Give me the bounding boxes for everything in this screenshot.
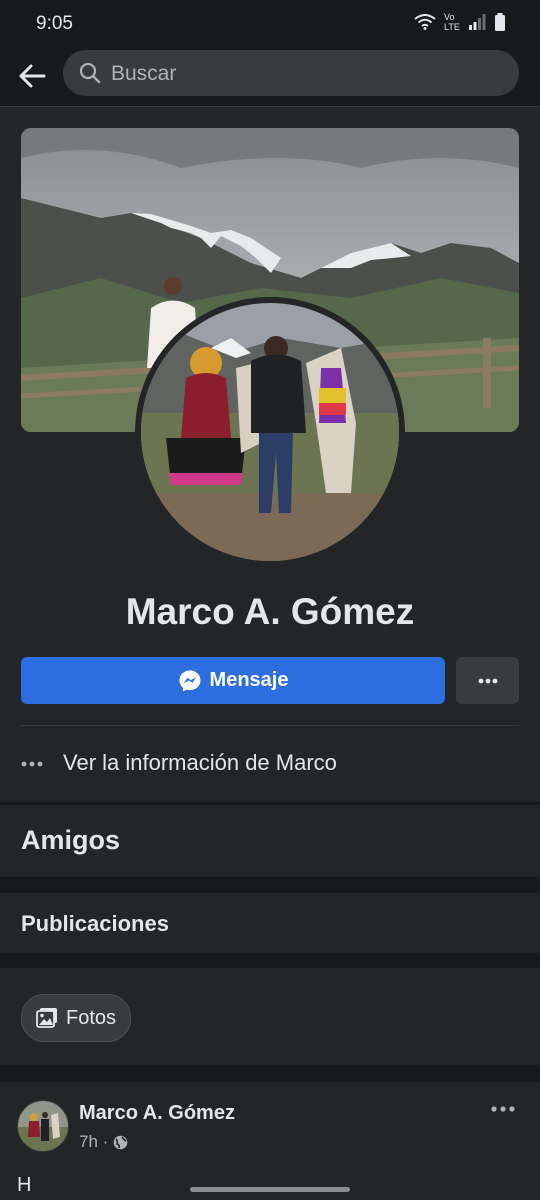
photos-button[interactable]: Fotos bbox=[21, 994, 132, 1042]
back-arrow-icon bbox=[19, 64, 46, 88]
profile-picture[interactable] bbox=[141, 303, 399, 561]
friends-title: Amigos bbox=[21, 825, 121, 855]
profile-picture-image bbox=[141, 303, 399, 561]
profile-picture-frame bbox=[135, 297, 405, 567]
battery-icon bbox=[495, 13, 505, 31]
message-button-label: Mensaje bbox=[209, 669, 289, 691]
post-meta: 7h · bbox=[79, 1132, 128, 1152]
post-more-button[interactable] bbox=[490, 1100, 520, 1120]
post-author-avatar-image bbox=[18, 1101, 68, 1151]
photos-label: Fotos bbox=[66, 1006, 117, 1029]
message-button[interactable]: Mensaje bbox=[21, 657, 445, 704]
status-icons: Vo LTE bbox=[414, 12, 506, 32]
post-author-avatar[interactable] bbox=[17, 1100, 69, 1152]
top-bar: Buscar bbox=[0, 48, 540, 107]
post-card: Marco A. Gómez 7h · H bbox=[0, 1082, 540, 1200]
messenger-icon bbox=[179, 670, 201, 691]
search-input[interactable]: Buscar bbox=[63, 50, 519, 96]
more-icon bbox=[478, 678, 497, 683]
wifi-icon bbox=[414, 14, 436, 30]
posts-section: Publicaciones bbox=[0, 893, 540, 953]
post-time: 7h · bbox=[79, 1132, 109, 1151]
post-text: H bbox=[17, 1174, 32, 1196]
profile-header: Marco A. Gómez Mensaje Ver la informació… bbox=[0, 107, 540, 802]
globe-icon bbox=[113, 1135, 128, 1149]
profile-name: Marco A. Gómez bbox=[125, 591, 415, 632]
profile-info-link[interactable]: Ver la información de Marco bbox=[21, 745, 519, 781]
divider bbox=[21, 725, 519, 726]
status-bar: 9:05 Vo LTE bbox=[0, 0, 540, 48]
more-icon bbox=[21, 761, 43, 767]
profile-info-label: Ver la información de Marco bbox=[63, 750, 337, 775]
more-icon bbox=[491, 1106, 515, 1112]
photos-section: Fotos bbox=[0, 968, 540, 1065]
more-options-button[interactable] bbox=[456, 657, 519, 704]
posts-title: Publicaciones bbox=[21, 911, 169, 936]
photos-icon bbox=[36, 1008, 57, 1028]
friends-section[interactable]: Amigos bbox=[0, 805, 540, 877]
signal-icon bbox=[469, 14, 486, 30]
status-time: 9:05 bbox=[36, 13, 73, 34]
network-label: Vo LTE bbox=[444, 12, 460, 32]
home-indicator[interactable] bbox=[190, 1187, 350, 1192]
post-author-name[interactable]: Marco A. Gómez bbox=[79, 1102, 235, 1125]
search-icon bbox=[79, 62, 101, 84]
search-placeholder: Buscar bbox=[111, 62, 177, 85]
back-button[interactable] bbox=[14, 58, 50, 94]
